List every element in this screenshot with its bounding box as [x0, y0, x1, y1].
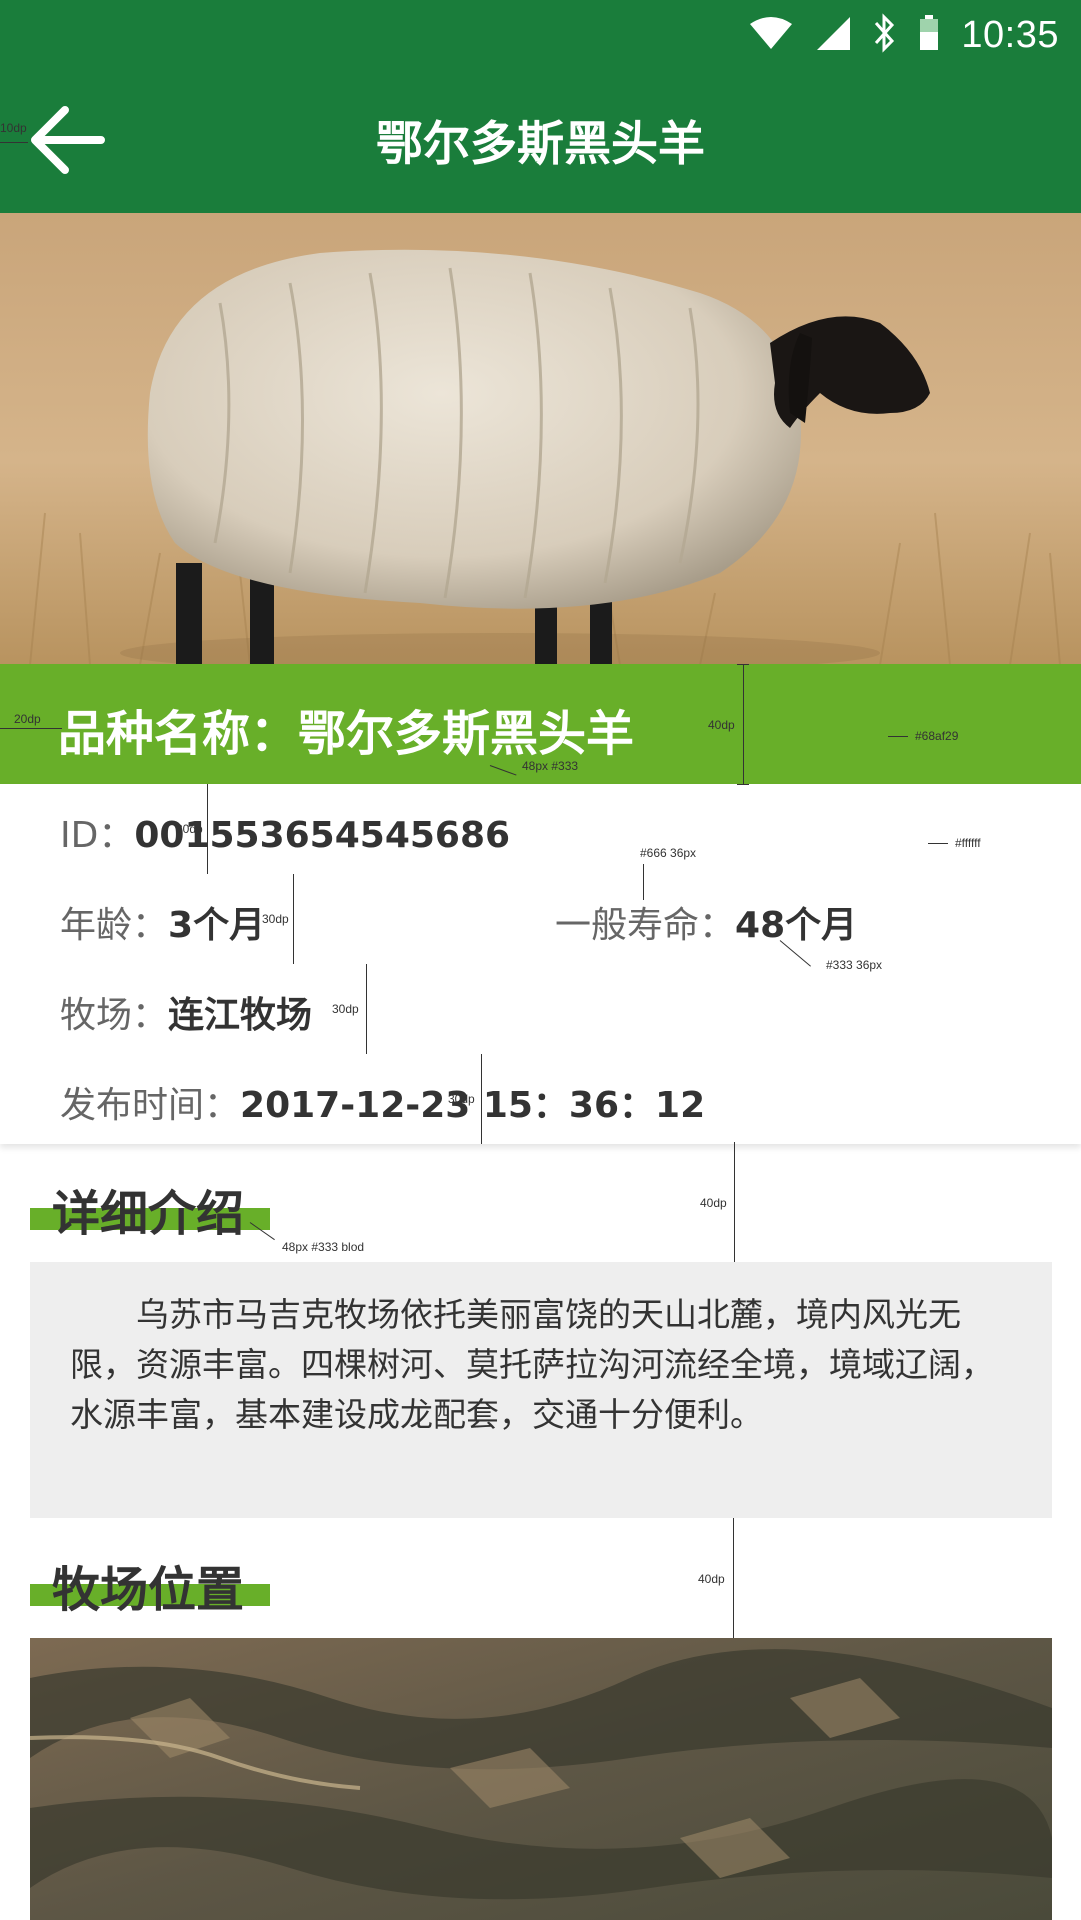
intro-text: 乌苏市马吉克牧场依托美丽富饶的天山北麓，境内风光无限，资源丰富。四棵树河、莫托萨… [70, 1295, 994, 1434]
age-row: 年龄：3个月 [60, 896, 265, 948]
id-row: ID：001553654545686 [60, 806, 510, 858]
ranch-value: 连江牧场 [168, 995, 313, 1036]
annotation-line [928, 843, 948, 844]
annotation-card-color: #ffffff [955, 836, 981, 850]
annotation-line [481, 1054, 482, 1144]
status-time: 10:35 [961, 13, 1059, 56]
annotation-line [888, 736, 908, 737]
annotation-section-gap-2: 40dp [698, 1572, 725, 1586]
cell-signal-icon [815, 15, 851, 55]
battery-icon [919, 15, 939, 55]
annotation-line [0, 142, 28, 143]
annotation-section-gap-1: 40dp [700, 1196, 727, 1210]
annotation-line [366, 964, 367, 1054]
breed-value: 鄂尔多斯黑头羊 [298, 706, 635, 762]
lifespan-value: 48个月 [735, 905, 858, 946]
annotation-band-height: 40dp [708, 718, 735, 732]
breed-label: 品种名称： [58, 706, 299, 762]
lifespan-label: 一般寿命： [555, 905, 736, 946]
location-title: 牧场位置 [52, 1562, 245, 1618]
annotation-band-margin: 20dp [14, 712, 41, 726]
annotation-value-font: #333 36px [826, 958, 883, 972]
sheep-photo [0, 213, 1081, 665]
ranch-map[interactable] [30, 1638, 1052, 1920]
annotation-line [207, 784, 208, 874]
lifespan-row: 一般寿命：48个月 [555, 896, 857, 948]
published-label: 发布时间： [60, 1085, 241, 1126]
annotation-row-gap-2: 30dp [262, 912, 289, 926]
annotation-line [643, 864, 644, 900]
breed-name: 品种名称：鄂尔多斯黑头羊 [58, 694, 634, 764]
annotation-row-gap-4: 30dp [448, 1092, 475, 1106]
annotation-line [734, 1142, 735, 1262]
annotation-line [293, 874, 294, 964]
annotation-row-gap-3: 30dp [332, 1002, 359, 1016]
annotation-band-font: 48px #333 [522, 759, 579, 773]
annotation-tick [737, 664, 749, 665]
published-row: 发布时间：2017-12-23 15：36：12 [60, 1076, 705, 1128]
ranch-row: 牧场：连江牧场 [60, 986, 312, 1038]
status-bar: 10:35 [749, 0, 1081, 70]
annotation-back-margin: 10dp [0, 121, 27, 135]
intro-title: 详细介绍 [52, 1186, 245, 1242]
annotation-row-gap-1: 30dp [176, 822, 203, 836]
wifi-icon [749, 16, 793, 54]
bluetooth-icon [873, 13, 897, 57]
annotation-line [0, 728, 62, 729]
ranch-label: 牧场： [60, 995, 169, 1036]
annotation-band-color: #68af29 [915, 729, 959, 743]
annotation-tick [737, 784, 749, 785]
id-label: ID： [60, 815, 135, 856]
annotation-line [743, 664, 744, 784]
annotation-key-font: #666 36px [640, 846, 697, 860]
annotation-section-font: 48px #333 blod [282, 1240, 365, 1254]
age-value: 3个月 [168, 905, 266, 946]
age-label: 年龄： [60, 905, 169, 946]
annotation-line [733, 1518, 734, 1638]
page-title: 鄂尔多斯黑头羊 [376, 117, 705, 172]
